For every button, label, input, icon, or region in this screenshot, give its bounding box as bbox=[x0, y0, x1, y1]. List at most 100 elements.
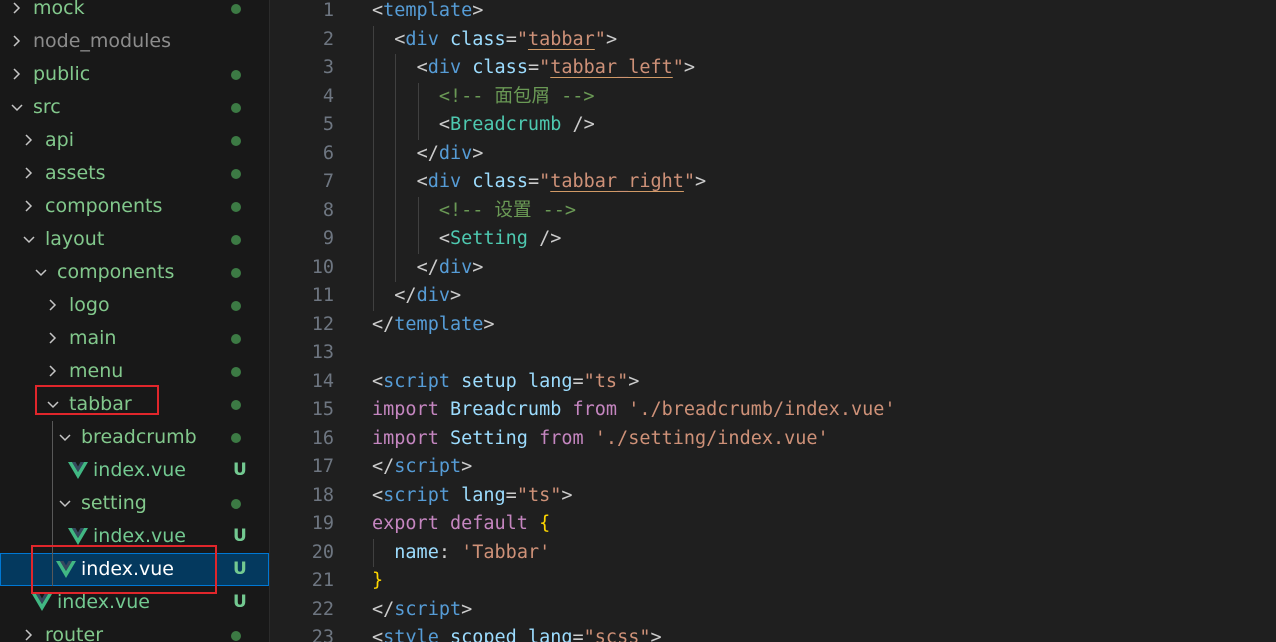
explorer-folder-row[interactable]: public bbox=[0, 58, 269, 91]
explorer-item-label: setting bbox=[81, 492, 147, 514]
code-line[interactable]: <div class="tabbar"> bbox=[372, 26, 617, 55]
chevron-right-icon[interactable] bbox=[22, 124, 36, 157]
code-line[interactable]: <Breadcrumb /> bbox=[372, 111, 595, 140]
code-token: " bbox=[594, 28, 606, 50]
explorer-folder-row[interactable]: setting bbox=[0, 487, 269, 520]
code-line[interactable]: name: 'Tabbar' bbox=[372, 539, 550, 568]
code-line[interactable]: <!-- 面包屑 --> bbox=[372, 83, 595, 112]
explorer-folder-row[interactable]: logo bbox=[0, 289, 269, 322]
code-line[interactable]: </template> bbox=[372, 311, 495, 340]
chevron-down-icon[interactable] bbox=[22, 223, 36, 256]
line-number: 7 bbox=[322, 171, 334, 192]
code-token: < bbox=[394, 28, 406, 50]
git-modified-dot-icon bbox=[231, 70, 241, 80]
code-token: class bbox=[472, 171, 528, 192]
explorer-item-label: api bbox=[45, 129, 74, 151]
code-token: > bbox=[472, 142, 484, 164]
code-line[interactable]: import Setting from './setting/index.vue… bbox=[372, 425, 829, 454]
code-line[interactable]: <script setup lang="ts"> bbox=[372, 368, 639, 397]
chevron-down-icon[interactable] bbox=[58, 421, 72, 454]
code-line[interactable]: </div> bbox=[372, 282, 461, 311]
code-line[interactable]: import Breadcrumb from './breadcrumb/ind… bbox=[372, 396, 896, 425]
line-number: 11 bbox=[311, 285, 334, 306]
explorer-folder-row[interactable]: node_modules bbox=[0, 25, 269, 58]
code-line[interactable]: <style scoped lang="scss"> bbox=[372, 624, 662, 642]
line-number: 13 bbox=[311, 342, 334, 363]
code-line[interactable]: <!-- 设置 --> bbox=[372, 197, 576, 226]
explorer-folder-row[interactable]: api bbox=[0, 124, 269, 157]
chevron-right-icon[interactable] bbox=[22, 619, 36, 642]
code-token: > bbox=[561, 484, 573, 506]
code-editor[interactable]: 1 <template> 2 <div class="tabbar"> 3 <div … bbox=[270, 0, 1276, 642]
git-modified-dot-icon bbox=[231, 268, 241, 278]
git-modified-dot-icon bbox=[231, 301, 241, 311]
code-token: style bbox=[383, 627, 439, 642]
code-line[interactable]: <script lang="ts"> bbox=[372, 482, 573, 511]
chevron-right-icon[interactable] bbox=[22, 190, 36, 223]
chevron-right-icon[interactable] bbox=[10, 0, 24, 25]
code-token: > bbox=[472, 0, 484, 21]
code-line[interactable]: </script> bbox=[372, 596, 472, 625]
chevron-right-icon[interactable] bbox=[46, 322, 60, 355]
code-token: { bbox=[539, 513, 551, 534]
explorer-folder-row[interactable]: assets bbox=[0, 157, 269, 190]
chevron-right-icon[interactable] bbox=[46, 355, 60, 388]
chevron-down-icon[interactable] bbox=[58, 487, 72, 520]
line-number: 6 bbox=[322, 142, 334, 164]
code-line[interactable]: <Setting /> bbox=[372, 225, 562, 254]
code-token: Breadcrumb bbox=[449, 399, 562, 420]
explorer-folder-row[interactable]: layout bbox=[0, 223, 269, 256]
code-token: </ bbox=[372, 598, 395, 620]
code-line[interactable]: <template> bbox=[372, 0, 483, 26]
code-token: Breadcrumb bbox=[449, 114, 562, 135]
code-token: script bbox=[394, 598, 462, 620]
chevron-right-icon[interactable] bbox=[10, 58, 24, 91]
chevron-right-icon[interactable] bbox=[10, 25, 24, 58]
code-line[interactable]: </div> bbox=[372, 254, 484, 283]
explorer-item-label: public bbox=[33, 63, 91, 85]
code-token: div bbox=[427, 171, 462, 192]
chevron-right-icon[interactable] bbox=[46, 289, 60, 322]
code-token: " bbox=[539, 171, 551, 192]
explorer-folder-row[interactable]: src bbox=[0, 91, 269, 124]
explorer-folder-row[interactable]: main bbox=[0, 322, 269, 355]
code-line[interactable]: </div> bbox=[372, 140, 484, 169]
code-token: div bbox=[438, 256, 473, 278]
code-token: Setting bbox=[449, 427, 528, 449]
explorer-folder-row[interactable]: router bbox=[0, 619, 269, 642]
code-token: class bbox=[449, 28, 506, 50]
explorer-folder-row[interactable]: components bbox=[0, 190, 269, 223]
chevron-down-icon[interactable] bbox=[10, 91, 24, 124]
code-line[interactable]: <div class="tabbar_right"> bbox=[372, 168, 707, 197]
code-line[interactable]: <div class="tabbar_left"> bbox=[372, 54, 696, 83]
explorer-folder-row[interactable]: menu bbox=[0, 355, 269, 388]
explorer-folder-row[interactable]: mock bbox=[0, 0, 269, 25]
chevron-right-icon[interactable] bbox=[22, 157, 36, 190]
code-token: > bbox=[605, 28, 618, 50]
line-number: 22 bbox=[311, 598, 334, 620]
code-line[interactable]: export default { bbox=[372, 510, 550, 539]
git-modified-dot-icon bbox=[231, 4, 241, 14]
code-token: script bbox=[394, 456, 462, 477]
explorer-item-label: components bbox=[45, 195, 163, 217]
explorer-file-row[interactable]: index.vue U bbox=[0, 454, 269, 487]
code-token: tabbar_left bbox=[550, 57, 673, 78]
explorer-folder-row[interactable]: components bbox=[0, 256, 269, 289]
code-token: <!-- 面包屑 --> bbox=[438, 85, 595, 107]
git-modified-dot-icon bbox=[231, 400, 241, 410]
explorer-item-label: mock bbox=[33, 0, 85, 19]
code-token: " bbox=[683, 171, 696, 192]
chevron-down-icon[interactable] bbox=[34, 256, 48, 289]
code-line[interactable]: } bbox=[372, 567, 383, 596]
code-line[interactable]: </script> bbox=[372, 453, 472, 482]
explorer-folder-row[interactable]: breadcrumb bbox=[0, 421, 269, 454]
